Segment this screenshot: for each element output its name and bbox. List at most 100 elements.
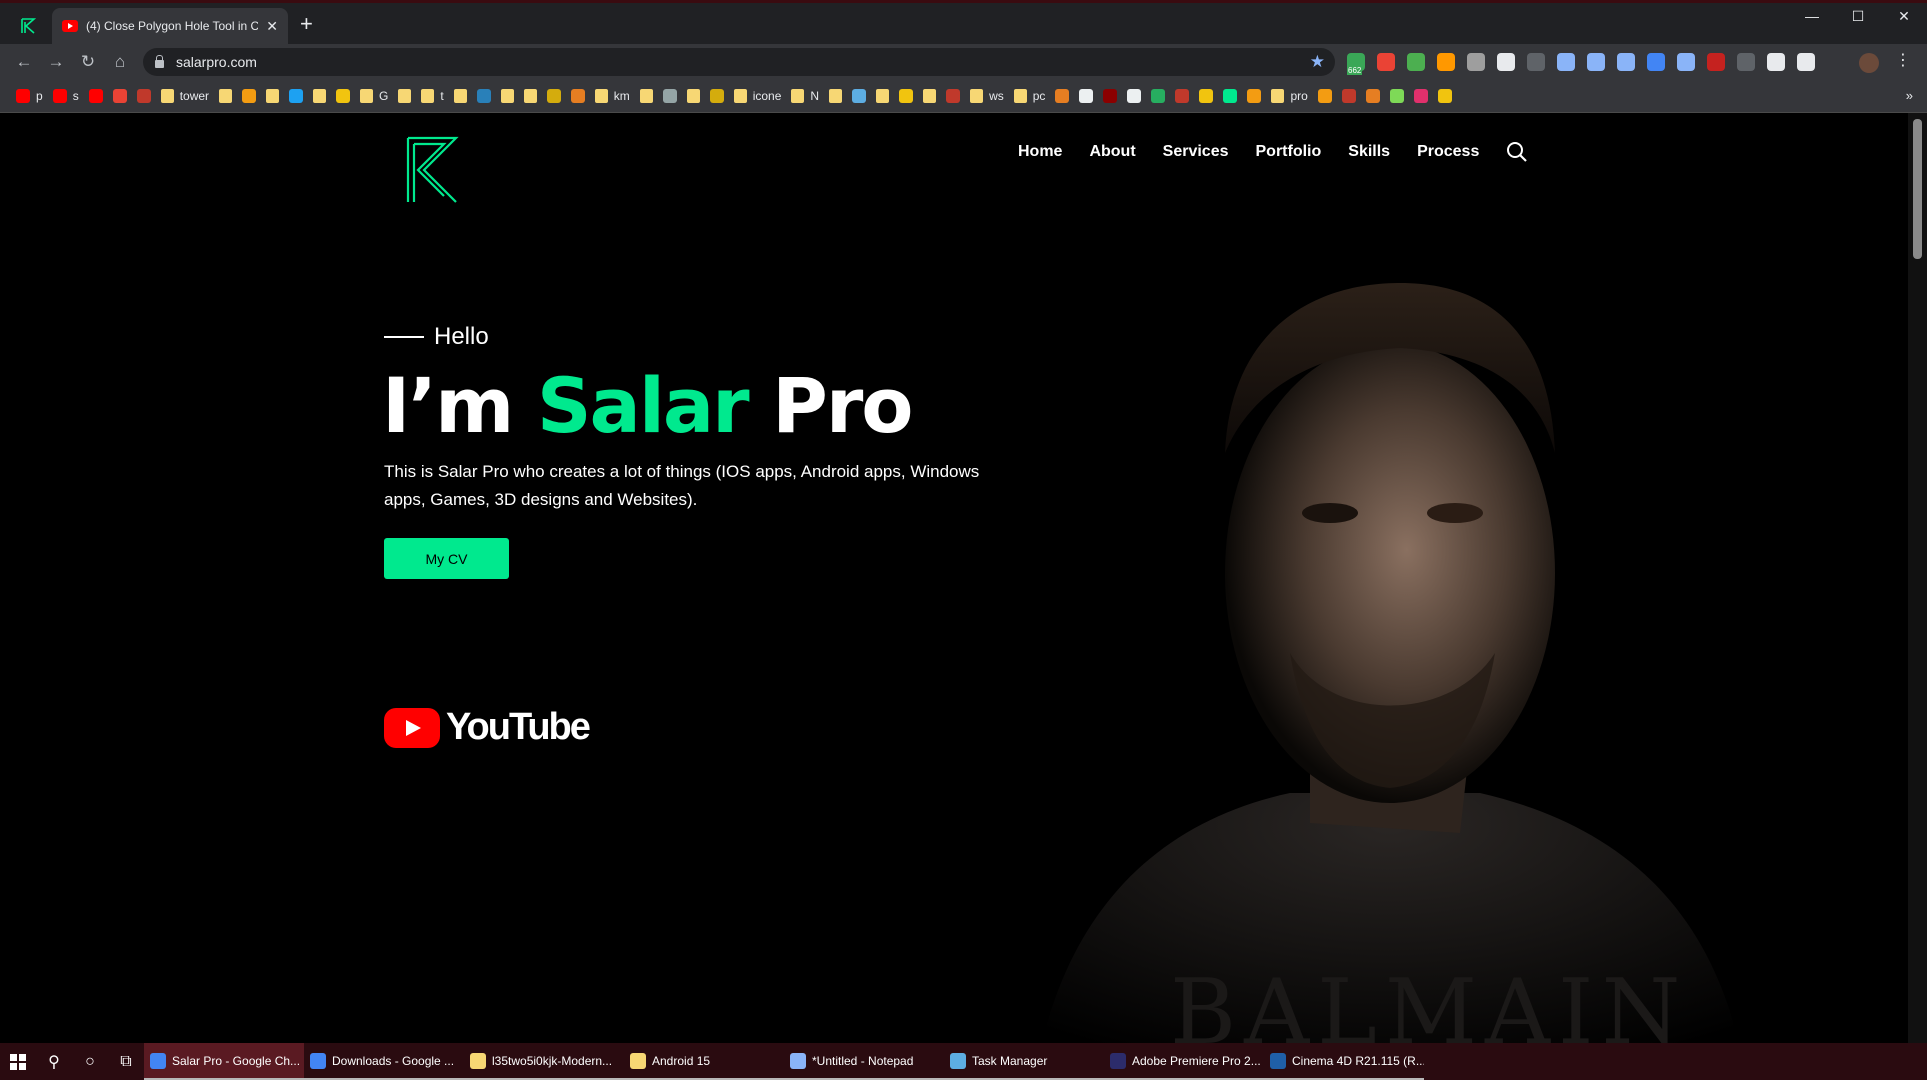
extension-icon[interactable] [1587,53,1605,71]
browser-menu-icon[interactable]: ⋮ [1895,50,1911,70]
taskbar-app-button[interactable]: Task Manager [944,1043,1104,1080]
bookmark-item[interactable] [1365,89,1380,103]
nav-home[interactable]: Home [1018,143,1062,161]
minimize-button[interactable]: — [1789,0,1835,32]
bookmark-item[interactable] [709,89,724,103]
bookmark-item[interactable] [219,89,233,103]
bookmark-item[interactable]: km [594,89,630,103]
page-scrollbar[interactable] [1908,113,1927,1043]
my-cv-button[interactable]: My CV [384,538,509,579]
extension-icon[interactable]: 662 [1347,53,1365,75]
nav-portfolio[interactable]: Portfolio [1256,143,1322,161]
nav-about[interactable]: About [1089,143,1135,161]
taskbar-app-button[interactable]: Downloads - Google ... [304,1043,464,1080]
extension-icon[interactable] [1677,53,1695,71]
bookmark-item[interactable] [923,89,937,103]
nav-skills[interactable]: Skills [1348,143,1390,161]
bookmark-item[interactable] [876,89,890,103]
windows-start-icon[interactable] [0,1043,36,1080]
bookmark-item[interactable] [852,89,867,103]
bookmark-item[interactable] [112,89,127,103]
bookmark-item[interactable]: G [360,89,388,103]
bookmark-item[interactable] [829,89,843,103]
bookmark-item[interactable] [1317,89,1332,103]
bookmark-item[interactable] [686,89,700,103]
search-icon[interactable]: ⚲ [36,1043,72,1080]
extension-icon[interactable] [1617,53,1635,71]
bookmark-item[interactable] [1341,89,1356,103]
bookmark-item[interactable]: icone [733,89,781,103]
bookmark-item[interactable] [289,89,304,103]
extension-icon[interactable] [1437,53,1455,71]
bookmark-item[interactable] [523,89,537,103]
new-tab-button[interactable]: + [300,13,313,35]
site-app-icon[interactable] [8,10,48,42]
bookmark-item[interactable] [1389,89,1404,103]
bookmark-item[interactable] [453,89,467,103]
bookmark-item[interactable]: s [52,89,79,103]
extension-icon[interactable] [1707,53,1725,71]
scrollbar-thumb[interactable] [1913,119,1922,259]
maximize-button[interactable]: ☐ [1835,0,1881,32]
taskbar-app-button[interactable]: Salar Pro - Google Ch... [144,1043,304,1080]
profile-avatar[interactable] [1859,53,1879,73]
bookmark-item[interactable] [1127,89,1142,103]
extension-icon[interactable] [1557,53,1575,71]
extension-icon[interactable] [1377,53,1395,71]
nav-services[interactable]: Services [1163,143,1229,161]
bookmark-item[interactable] [1199,89,1214,103]
tab-close-icon[interactable]: ✕ [266,18,278,35]
extension-icon[interactable] [1767,53,1785,71]
extension-icon[interactable] [1797,53,1815,71]
bookmark-item[interactable] [1175,89,1190,103]
bookmark-item[interactable] [1247,89,1262,103]
bookmark-item[interactable] [136,89,151,103]
search-icon[interactable] [1506,141,1528,163]
bookmark-item[interactable]: p [16,89,43,103]
bookmark-item[interactable]: N [791,89,819,103]
bookmark-item[interactable]: pc [1013,89,1045,103]
extension-icon[interactable] [1407,53,1425,71]
back-arrow-icon[interactable]: ← [14,52,34,72]
bookmark-item[interactable] [1103,89,1118,103]
bookmark-item[interactable] [1413,89,1428,103]
bookmark-item[interactable]: pro [1271,89,1308,103]
bookmark-item[interactable] [1151,89,1166,103]
bookmark-item[interactable] [1079,89,1094,103]
bookmark-item[interactable] [1055,89,1070,103]
taskbar-app-button[interactable]: Cinema 4D R21.115 (R... [1264,1043,1424,1080]
bookmark-item[interactable] [336,89,351,103]
bookmark-item[interactable] [639,89,653,103]
address-bar[interactable]: salarpro.com ★ [143,48,1335,76]
extension-icon[interactable] [1467,53,1485,71]
reload-icon[interactable]: ↻ [78,52,98,72]
home-icon[interactable]: ⌂ [110,52,130,72]
bookmark-item[interactable] [899,89,914,103]
close-window-button[interactable]: ✕ [1881,0,1927,32]
bookmark-item[interactable] [570,89,585,103]
browser-tab[interactable]: (4) Close Polygon Hole Tool in C4 ✕ [52,8,288,44]
bookmark-item[interactable] [242,89,257,103]
taskbar-app-button[interactable]: Android 15 [624,1043,784,1080]
bookmark-item[interactable] [662,89,677,103]
bookmark-item[interactable]: tower [160,89,209,103]
extension-icon[interactable] [1527,53,1545,71]
taskbar-app-button[interactable]: l35two5i0kjk-Modern... [464,1043,624,1080]
bookmark-item[interactable]: ws [970,89,1004,103]
cortana-icon[interactable]: ○ [72,1043,108,1080]
bookmark-item[interactable] [1223,89,1238,103]
bookmark-item[interactable] [946,89,961,103]
bookmark-item[interactable] [1437,89,1452,103]
bookmark-item[interactable] [88,89,103,103]
extension-icon[interactable] [1647,53,1665,71]
extension-icon[interactable] [1497,53,1515,71]
bookmark-item[interactable] [500,89,514,103]
bookmark-item[interactable] [313,89,327,103]
bookmark-star-icon[interactable]: ★ [1310,52,1325,72]
site-logo[interactable] [404,136,460,204]
bookmark-item[interactable] [546,89,561,103]
bookmark-item[interactable] [476,89,491,103]
nav-process[interactable]: Process [1417,143,1479,161]
taskbar-app-button[interactable]: *Untitled - Notepad [784,1043,944,1080]
extension-icon[interactable] [1737,53,1755,71]
